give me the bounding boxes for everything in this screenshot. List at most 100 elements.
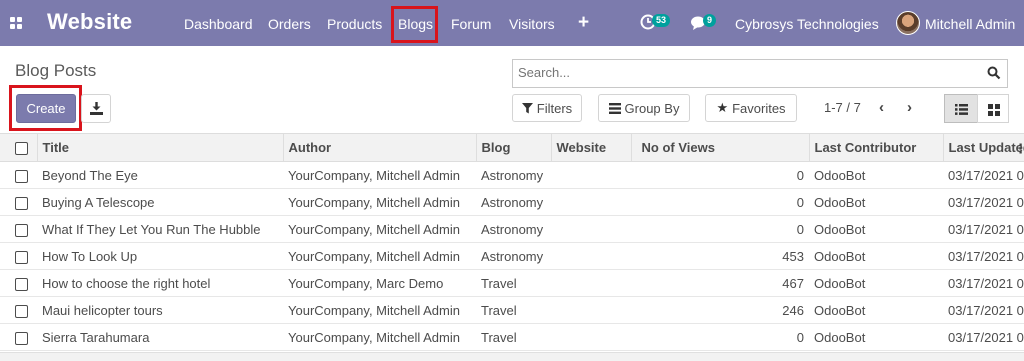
row-checkbox[interactable] bbox=[0, 215, 37, 243]
cell-updated: 03/17/2021 09:39:46 bbox=[943, 215, 1024, 243]
filters-button[interactable]: Filters bbox=[512, 94, 582, 122]
table-row[interactable]: Sierra Tarahumara YourCompany, Mitchell A… bbox=[0, 323, 1024, 351]
blog-posts-table: Title Author Blog Website No of Views La… bbox=[0, 133, 1024, 351]
top-navbar: Website Dashboard Orders Products Blogs … bbox=[0, 0, 1024, 46]
table-row[interactable]: What If They Let You Run The Hubble YourC… bbox=[0, 215, 1024, 243]
chevron-right-icon[interactable]: › bbox=[907, 99, 912, 116]
cell-title: What If They Let You Run The Hubble bbox=[37, 215, 283, 243]
favorites-button[interactable]: ★ Favorites bbox=[705, 94, 797, 122]
cell-title: How To Look Up bbox=[37, 242, 283, 270]
cell-views: 453 bbox=[631, 242, 809, 270]
table-row[interactable]: How to choose the right hotel YourCompany… bbox=[0, 269, 1024, 297]
cell-updated: 03/17/2021 09:39:46 bbox=[943, 269, 1024, 297]
download-button[interactable] bbox=[81, 94, 111, 123]
menu-visitors[interactable]: Visitors bbox=[509, 16, 555, 32]
download-icon bbox=[90, 102, 103, 115]
cell-title: How to choose the right hotel bbox=[37, 269, 283, 297]
cell-website bbox=[551, 242, 631, 270]
cell-website bbox=[551, 215, 631, 243]
row-checkbox[interactable] bbox=[0, 269, 37, 297]
table-row[interactable]: How To Look Up YourCompany, Mitchell Admi… bbox=[0, 242, 1024, 270]
cell-author: YourCompany, Mitchell Admin bbox=[283, 215, 476, 243]
apps-grid-icon[interactable] bbox=[10, 17, 23, 30]
cell-author: YourCompany, Mitchell Admin bbox=[283, 296, 476, 324]
table-header-row: Title Author Blog Website No of Views La… bbox=[0, 133, 1024, 162]
cell-author: YourCompany, Mitchell Admin bbox=[283, 161, 476, 189]
cell-blog: Travel bbox=[476, 269, 551, 297]
row-checkbox[interactable] bbox=[0, 296, 37, 324]
row-checkbox[interactable] bbox=[15, 331, 28, 345]
menu-dashboard[interactable]: Dashboard bbox=[184, 16, 253, 32]
search-bar[interactable] bbox=[512, 59, 1008, 88]
chevron-left-icon[interactable]: ‹ bbox=[879, 99, 884, 116]
column-header-contributor[interactable]: Last Contributor bbox=[808, 133, 943, 162]
list-view-button[interactable] bbox=[944, 94, 978, 123]
row-checkbox[interactable] bbox=[15, 250, 28, 264]
cell-title: Beyond The Eye bbox=[37, 161, 283, 189]
cell-blog: Astronomy bbox=[476, 161, 551, 189]
table-row[interactable]: Buying A Telescope YourCompany, Mitchell … bbox=[0, 188, 1024, 216]
messages-count-badge: 9 bbox=[703, 14, 717, 27]
cell-author: YourCompany, Mitchell Admin bbox=[283, 242, 476, 270]
column-header-blog[interactable]: Blog bbox=[475, 133, 551, 162]
search-input[interactable] bbox=[518, 65, 978, 80]
company-switcher[interactable]: Cybrosys Technologies bbox=[735, 16, 879, 32]
cell-views: 246 bbox=[631, 296, 809, 324]
cell-author: YourCompany, Mitchell Admin bbox=[283, 188, 476, 216]
cell-contributor: OdooBot bbox=[809, 215, 943, 243]
column-header-updated[interactable]: Last Updated on bbox=[942, 133, 1024, 162]
activity-count-badge: 53 bbox=[652, 14, 671, 27]
cell-blog: Astronomy bbox=[476, 215, 551, 243]
row-checkbox[interactable] bbox=[0, 188, 37, 216]
group-by-button[interactable]: Group By bbox=[598, 94, 690, 122]
cell-views: 0 bbox=[631, 215, 809, 243]
column-header-views[interactable]: No of Views bbox=[630, 133, 809, 162]
cell-blog: Travel bbox=[476, 323, 551, 351]
cell-updated: 03/17/2021 09:39:46 bbox=[943, 296, 1024, 324]
menu-products[interactable]: Products bbox=[327, 16, 382, 32]
column-header-website[interactable]: Website bbox=[550, 133, 631, 162]
column-options-icon[interactable]: ⋮ bbox=[1014, 141, 1024, 157]
column-header-title[interactable]: Title bbox=[36, 133, 283, 162]
list-view-icon bbox=[955, 104, 968, 115]
table-row[interactable]: Beyond The Eye YourCompany, Mitchell Admi… bbox=[0, 161, 1024, 189]
row-checkbox[interactable] bbox=[0, 323, 37, 351]
page-title: Blog Posts bbox=[15, 61, 97, 80]
row-checkbox[interactable] bbox=[0, 161, 37, 189]
cell-blog: Astronomy bbox=[476, 242, 551, 270]
row-checkbox[interactable] bbox=[15, 304, 28, 318]
cell-author: YourCompany, Marc Demo bbox=[283, 269, 476, 297]
cell-contributor: OdooBot bbox=[809, 323, 943, 351]
cell-website bbox=[551, 188, 631, 216]
plus-icon[interactable]: + bbox=[578, 12, 589, 34]
cell-blog: Astronomy bbox=[476, 188, 551, 216]
menu-forum[interactable]: Forum bbox=[451, 16, 491, 32]
cell-views: 467 bbox=[631, 269, 809, 297]
table-row[interactable]: Maui helicopter tours YourCompany, Mitche… bbox=[0, 296, 1024, 324]
avatar[interactable] bbox=[896, 11, 920, 35]
row-checkbox[interactable] bbox=[0, 242, 37, 270]
cell-views: 0 bbox=[631, 188, 809, 216]
search-icon[interactable] bbox=[987, 66, 1001, 80]
row-checkbox[interactable] bbox=[15, 169, 28, 183]
cell-title: Maui helicopter tours bbox=[37, 296, 283, 324]
cell-contributor: OdooBot bbox=[809, 242, 943, 270]
app-title[interactable]: Website bbox=[47, 9, 132, 35]
cell-website bbox=[551, 161, 631, 189]
kanban-view-button[interactable] bbox=[977, 94, 1009, 123]
table-footer bbox=[0, 352, 1024, 361]
cell-updated: 03/17/2021 09:39:46 bbox=[943, 188, 1024, 216]
select-all-checkbox[interactable] bbox=[15, 142, 28, 156]
cell-contributor: OdooBot bbox=[809, 161, 943, 189]
row-checkbox[interactable] bbox=[15, 196, 28, 210]
menu-orders[interactable]: Orders bbox=[268, 16, 311, 32]
column-header-author[interactable]: Author bbox=[282, 133, 476, 162]
pager-value[interactable]: 1-7 / 7 bbox=[824, 100, 861, 115]
cell-website bbox=[551, 296, 631, 324]
user-menu[interactable]: Mitchell Admin bbox=[925, 16, 1015, 32]
row-checkbox[interactable] bbox=[15, 223, 28, 237]
cell-website bbox=[551, 323, 631, 351]
row-checkbox[interactable] bbox=[15, 277, 28, 291]
create-highlight-box bbox=[9, 85, 82, 131]
cell-contributor: OdooBot bbox=[809, 188, 943, 216]
